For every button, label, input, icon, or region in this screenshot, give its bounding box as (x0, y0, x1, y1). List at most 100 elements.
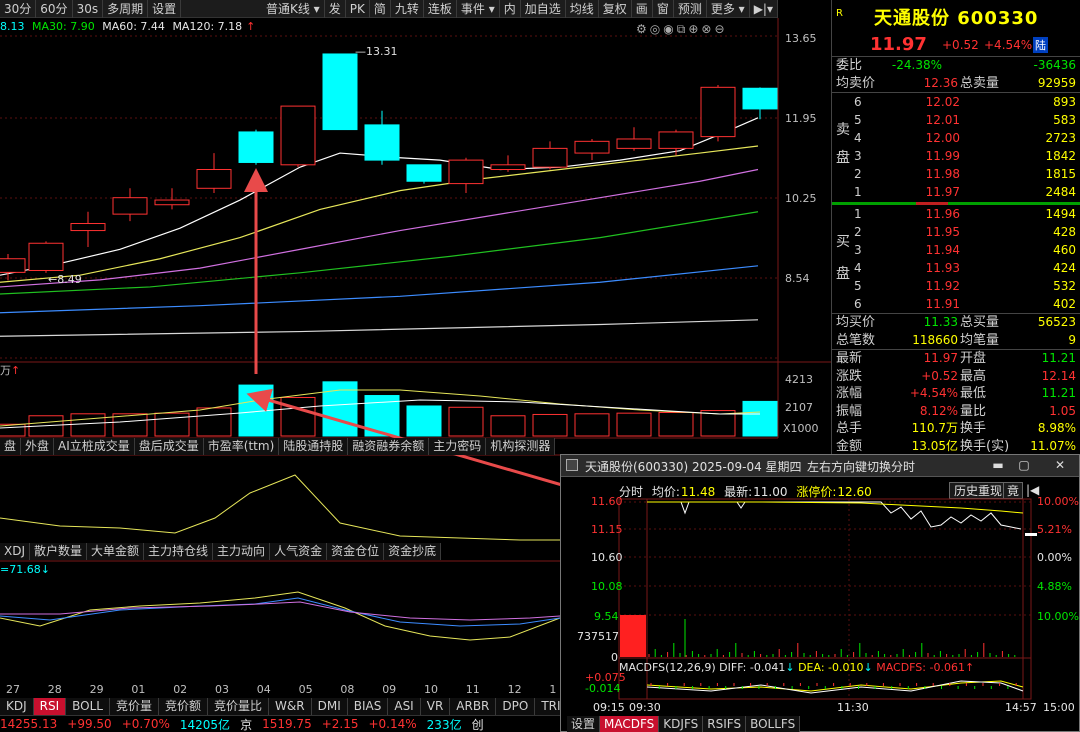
stock-name[interactable]: 天通股份 600330 (874, 4, 1038, 30)
period-30s-button[interactable]: 30s (73, 0, 104, 18)
tab-ai-volume[interactable]: AI立桩成交量 (54, 438, 135, 455)
kline-type-label: 普通K线 (265, 1, 310, 16)
stat-label-2: 换手(实) (960, 438, 1010, 454)
bid-row[interactable]: 6 11.91 402 (832, 295, 1080, 313)
macd-dea: DEA: -0.010 (798, 661, 864, 674)
volume-bar (532, 413, 568, 437)
tab-bias[interactable]: BIAS (347, 698, 389, 715)
tab-main-trend[interactable]: 主力动向 (213, 543, 271, 560)
candle-body (700, 86, 736, 138)
tab-fund-position[interactable]: 资金仓位 (327, 543, 385, 560)
tab-pe-ttm[interactable]: 市盈率(ttm) (203, 438, 280, 455)
ma60-line (0, 265, 759, 314)
toolbar-forecast-button[interactable]: 预测 (674, 0, 707, 18)
popup-right-axis: 4.88% (1037, 580, 1072, 593)
ask-row[interactable]: 3 11.99 1842 (832, 147, 1080, 165)
toolbar-add-watch-button[interactable]: 加自选 (521, 0, 566, 18)
tab-outer-disk[interactable]: 外盘 (21, 438, 55, 455)
stat-label-2: 最高 (960, 368, 987, 384)
popup-settings-tab[interactable]: 设置 (567, 716, 601, 732)
toolbar-simple-button[interactable]: 简 (370, 0, 391, 18)
bid-volume: 1494 (1045, 207, 1076, 221)
toolbar-more-button[interactable]: 更多 ▾ (707, 0, 750, 18)
ask-level: 3 (854, 149, 862, 163)
toolbar-nine-turn-button[interactable]: 九转 (391, 0, 424, 18)
tab-main-code[interactable]: 主力密码 (429, 438, 487, 455)
tab-dpo[interactable]: DPO (496, 698, 536, 715)
tab-institution-detector[interactable]: 机构探测器 (486, 438, 556, 455)
toolbar-window-button[interactable]: 窗 (653, 0, 674, 18)
tab-after-hours-volume[interactable]: 盘后成交量 (134, 438, 204, 455)
ask-row[interactable]: 1 11.97 2484 (832, 183, 1080, 201)
tab-auction-ratio[interactable]: 竞价量比 (208, 698, 270, 715)
period-30min-button[interactable]: 30分 (0, 0, 37, 18)
tab-xdj[interactable]: XDJ (0, 543, 30, 560)
popup-macdfs-tab[interactable]: MACDFS (600, 716, 660, 732)
stat-value-2: 1.05 (1049, 403, 1076, 418)
ask-row[interactable]: 4 12.00 2723 (832, 129, 1080, 147)
stat-row: 最新 11.97 开盘 11.21 (832, 350, 1080, 368)
toolbar-pk-button[interactable]: PK (346, 0, 370, 18)
tab-northbound-holding[interactable]: 陆股通持股 (279, 438, 349, 455)
tab-kdj[interactable]: KDJ (0, 698, 34, 715)
tab-dmi[interactable]: DMI (311, 698, 348, 715)
toolbar-draw-button[interactable]: 画 (632, 0, 653, 18)
toolbar-fa-button[interactable]: 发 (325, 0, 346, 18)
ask-row[interactable]: 6 12.02 893 (832, 93, 1080, 111)
tab-inner-disk[interactable]: 盘 (0, 438, 22, 455)
multi-period-button[interactable]: 多周期 (103, 0, 149, 18)
tab-arbr[interactable]: ARBR (450, 698, 497, 715)
ask-row[interactable]: 2 11.98 1815 (832, 165, 1080, 183)
date-tick: 04 (256, 683, 271, 696)
toolbar-events-button[interactable]: 事件 ▾ (457, 0, 500, 18)
tab-rsi[interactable]: RSI (33, 698, 67, 715)
toolbar-pin-icon[interactable]: ▶|▾ (750, 0, 778, 18)
avg-trade-label: 均笔量 (960, 332, 1000, 348)
ask-row[interactable]: 5 12.01 583 (832, 111, 1080, 129)
trades-value: 118660 (912, 332, 958, 347)
toolbar-ma-button[interactable]: 均线 (566, 0, 599, 18)
tab-asi[interactable]: ASI (388, 698, 421, 715)
bid-row[interactable]: 2 11.95 428 (832, 223, 1080, 241)
tab-auction-volume[interactable]: 竞价量 (110, 698, 160, 715)
sh-index-value: 14255.13 (0, 717, 58, 731)
intraday-chart[interactable] (561, 455, 1079, 731)
tab-boll[interactable]: BOLL (66, 698, 110, 715)
date-tick: 08 (340, 683, 355, 696)
ma20-line (0, 168, 759, 288)
date-tick: 27 (6, 683, 20, 696)
toolbar-inner-button[interactable]: 内 (500, 0, 521, 18)
tab-auction-amount[interactable]: 竞价额 (159, 698, 209, 715)
tab-retail-count[interactable]: 散户数量 (30, 543, 88, 560)
period-60min-button[interactable]: 60分 (36, 0, 73, 18)
rsi-line-1 (0, 591, 561, 641)
bid-row[interactable]: 5 11.92 532 (832, 277, 1080, 295)
intraday-popup-window[interactable]: 天通股份(600330) 2025-09-04 星期四 左右方向键切换分时 ▬ … (560, 454, 1080, 732)
tab-popular-funds[interactable]: 人气资金 (270, 543, 328, 560)
stat-value: 8.12% (919, 403, 958, 418)
tab-big-order-amount[interactable]: 大单金额 (87, 543, 145, 560)
bid-volume: 402 (1053, 297, 1076, 311)
toolbar-adjust-button[interactable]: 复权 (599, 0, 632, 18)
bid-row[interactable]: 4 11.93 424 (832, 259, 1080, 277)
popup-kdjfs-tab[interactable]: KDJFS (659, 716, 704, 732)
tab-vr[interactable]: VR (420, 698, 451, 715)
date-tick: 02 (173, 683, 188, 696)
kline-type-select[interactable]: 普通K线 ▾ (262, 0, 325, 18)
bid-row[interactable]: 3 11.94 460 (832, 241, 1080, 259)
bid-row[interactable]: 1 11.96 1494 (832, 205, 1080, 223)
ma120-line (0, 319, 759, 337)
bottom-indicator-tabs: KDJ RSI BOLL 竞价量 竞价额 竞价量比 W&R DMI BIAS A… (0, 698, 601, 715)
tab-fund-bottom[interactable]: 资金抄底 (384, 543, 442, 560)
popup-rsifs-tab[interactable]: RSIFS (703, 716, 747, 732)
tab-wr[interactable]: W&R (269, 698, 312, 715)
stat-row: 涨幅 +4.54% 最低 11.21 (832, 385, 1080, 403)
popup-bollfs-tab[interactable]: BOLLFS (746, 716, 801, 732)
toolbar-limit-up-button[interactable]: 连板 (424, 0, 457, 18)
bid-price: 11.95 (925, 225, 960, 239)
popup-left-axis: 0 (611, 651, 618, 664)
ask-price: 12.01 (925, 113, 960, 127)
tab-main-position-line[interactable]: 主力持仓线 (144, 543, 214, 560)
settings-button[interactable]: 设置 (148, 0, 182, 18)
tab-margin-balance[interactable]: 融资融券余额 (348, 438, 430, 455)
